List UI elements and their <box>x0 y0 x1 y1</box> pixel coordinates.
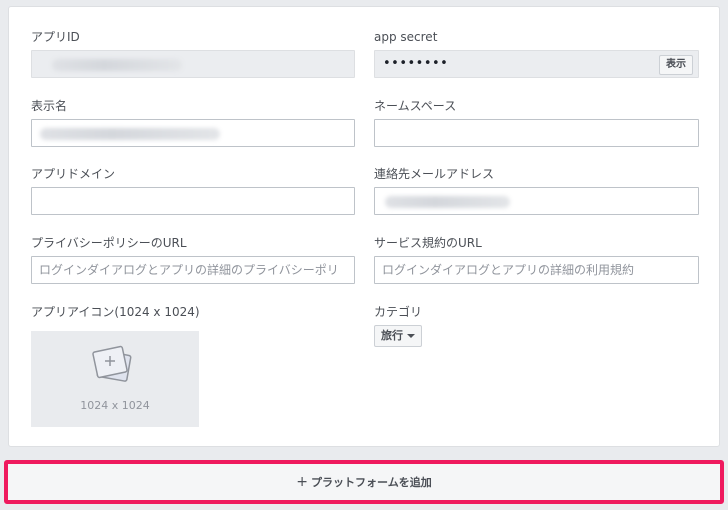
app-id-field[interactable] <box>31 50 355 78</box>
display-name-label: 表示名 <box>31 99 68 113</box>
category-value: 旅行 <box>381 329 403 342</box>
category-label: カテゴリ <box>374 305 423 319</box>
redacted-value <box>385 196 510 208</box>
app-icon-upload[interactable]: 1024 x 1024 <box>31 331 199 427</box>
redacted-value <box>52 59 182 71</box>
app-domains-label: アプリドメイン <box>31 167 116 181</box>
privacy-url-placeholder: ログインダイアログとアプリの詳細のプライバシーポリ <box>39 263 339 277</box>
image-add-icon <box>92 345 132 382</box>
app-secret-value: •••••••• <box>383 56 449 71</box>
app-secret-field[interactable]: •••••••• 表示 <box>374 50 699 78</box>
caret-down-icon <box>407 334 415 338</box>
namespace-label: ネームスペース <box>374 99 457 113</box>
plus-icon: + <box>296 474 309 490</box>
terms-url-placeholder: ログインダイアログとアプリの詳細の利用規約 <box>382 263 635 277</box>
terms-url-input[interactable]: ログインダイアログとアプリの詳細の利用規約 <box>374 256 699 284</box>
add-platform-label: プラットフォームを追加 <box>311 476 432 489</box>
show-secret-button[interactable]: 表示 <box>659 55 693 75</box>
redacted-value <box>40 128 220 140</box>
privacy-url-input[interactable]: ログインダイアログとアプリの詳細のプライバシーポリ <box>31 256 355 284</box>
app-domains-input[interactable] <box>31 187 355 215</box>
namespace-input[interactable] <box>374 119 699 147</box>
terms-url-label: サービス規約のURL <box>374 236 482 250</box>
app-icon-label: アプリアイコン(1024 x 1024) <box>31 305 200 319</box>
contact-email-label: 連絡先メールアドレス <box>374 167 495 181</box>
app-id-label: アプリID <box>31 30 80 44</box>
contact-email-input[interactable] <box>374 187 699 215</box>
category-select[interactable]: 旅行 <box>374 325 422 347</box>
app-secret-label: app secret <box>374 30 438 44</box>
icon-size-text: 1024 x 1024 <box>80 399 150 412</box>
privacy-url-label: プライバシーポリシーのURL <box>31 236 187 250</box>
display-name-input[interactable] <box>31 119 355 147</box>
add-platform-button[interactable]: + プラットフォームを追加 <box>4 460 724 504</box>
